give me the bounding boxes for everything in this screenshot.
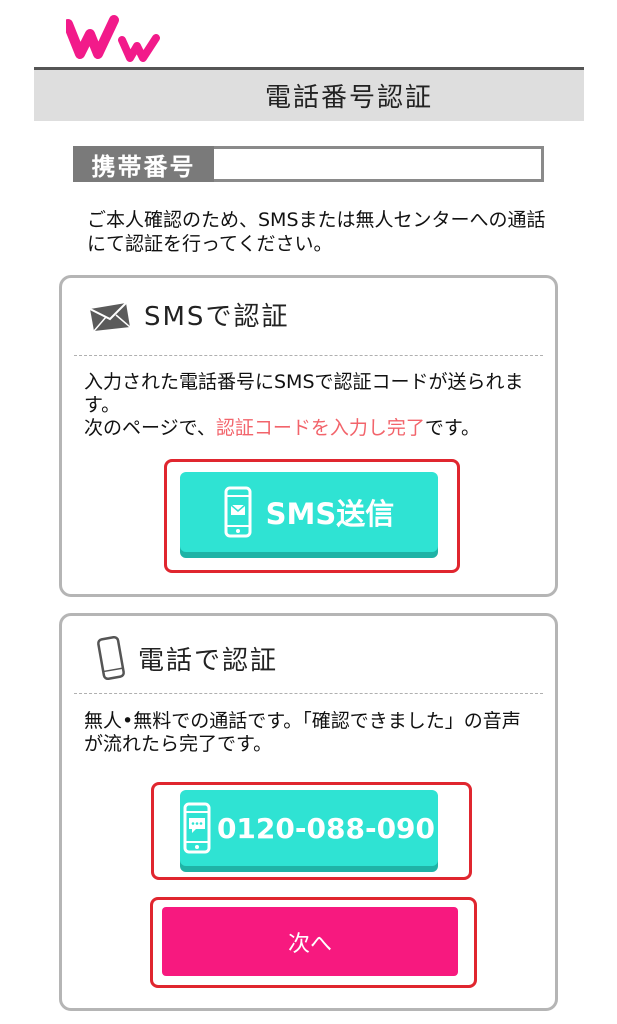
smartphone-chat-icon xyxy=(183,802,211,854)
sms-card-header: SMSで認証 xyxy=(88,296,289,333)
logo-icon xyxy=(66,15,160,62)
phone-number-row: 携帯番号 xyxy=(73,146,544,184)
sms-card-text-suffix: です。 xyxy=(424,417,480,439)
sms-card-text-prefix: 次のページで、 xyxy=(84,417,216,439)
next-button[interactable]: 次へ xyxy=(162,907,458,976)
phone-number-input[interactable] xyxy=(214,146,544,182)
phone-card-header: 電話で認証 xyxy=(96,634,278,682)
sms-card-text-line1: 入力された電話番号にSMSで認証コードが送られます。 xyxy=(84,371,524,416)
sms-card-divider xyxy=(74,355,543,356)
sms-send-button-label: SMS送信 xyxy=(265,497,395,531)
envelope-icon xyxy=(89,301,131,331)
smartphone-mail-icon xyxy=(224,486,252,538)
call-number-button[interactable]: 0120-088-090 xyxy=(180,790,438,866)
page-header: 電話番号認証 xyxy=(34,67,584,121)
phone-card-divider xyxy=(74,693,543,694)
sms-send-button[interactable]: SMS送信 xyxy=(180,472,438,552)
intro-text: ご本人確認のため、SMSまたは無人センターへの通話にて認証を行ってください。 xyxy=(87,209,546,255)
phone-number-label: 携帯番号 xyxy=(73,146,214,182)
page-title: 電話番号認証 xyxy=(264,83,433,113)
mobile-phone-icon xyxy=(97,635,125,681)
phone-card-title: 電話で認証 xyxy=(138,645,279,676)
call-number-button-label: 0120-088-090 xyxy=(216,811,436,845)
sms-card-description: 入力された電話番号にSMSで認証コードが送られます。 次のページで、認証コードを… xyxy=(84,371,539,440)
next-button-label: 次へ xyxy=(287,931,332,957)
sms-card-text-highlight: 認証コードを入力し完了 xyxy=(215,417,425,439)
phone-card-description: 無人•無料での通話です。「確認できました」の音声が流れたら完了です。 xyxy=(84,710,521,755)
sms-card-title: SMSで認証 xyxy=(144,302,290,332)
